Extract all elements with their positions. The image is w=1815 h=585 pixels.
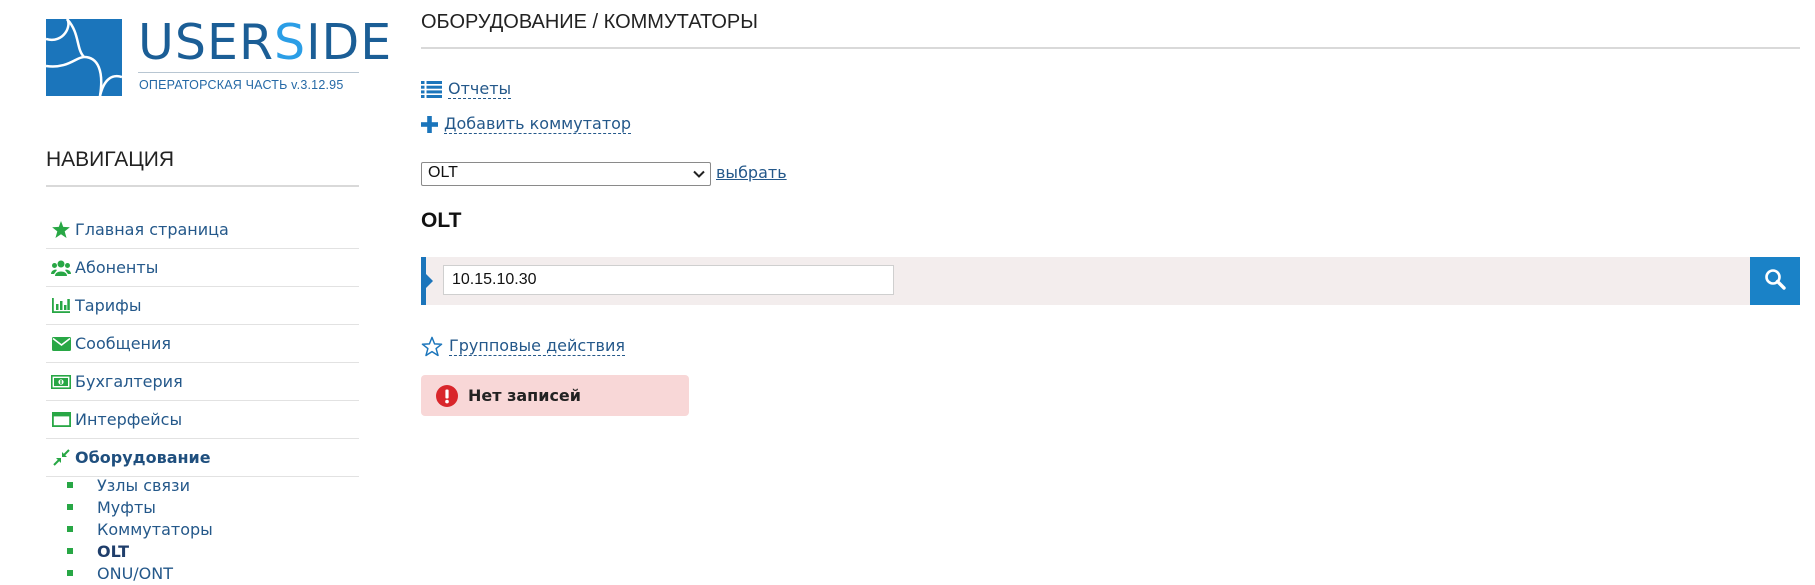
logo-mark <box>45 18 123 97</box>
sidebar-item-tariffs[interactable]: Тарифы <box>46 287 359 325</box>
nav-list: Главная страница Абоненты Тарифы Сообщен… <box>46 211 359 477</box>
group-actions-link[interactable]: Групповые действия <box>421 336 625 357</box>
equipment-submenu: Узлы связи Муфты Коммутаторы OLT ONU/ONT <box>46 474 213 584</box>
submenu-item-label: Узлы связи <box>97 475 190 495</box>
sidebar-item-label: Сообщения <box>75 334 172 353</box>
group-actions-link-label: Групповые действия <box>449 336 625 356</box>
submenu-item-label: OLT <box>97 541 130 561</box>
add-switch-link[interactable]: Добавить коммутатор <box>421 114 632 134</box>
window-icon <box>51 411 71 429</box>
bullet-icon <box>67 526 73 532</box>
device-type-select-value: OLT <box>428 164 458 181</box>
exclamation-circle-icon <box>436 384 458 407</box>
star-outline-icon <box>421 336 443 357</box>
compress-icon <box>51 449 71 467</box>
search-input[interactable] <box>443 265 894 295</box>
page-title-divider <box>421 47 1800 49</box>
submenu-item-label: Муфты <box>97 497 156 517</box>
submenu-item-couplings[interactable]: Муфты <box>46 496 213 518</box>
sidebar-item-label: Бухгалтерия <box>75 372 183 391</box>
sidebar-item-label: Оборудование <box>75 448 211 467</box>
caret-right-icon <box>426 274 433 288</box>
submenu-item-olt[interactable]: OLT <box>46 540 213 562</box>
sidebar-item-equipment[interactable]: Оборудование <box>46 439 359 477</box>
reports-link[interactable]: Отчеты <box>421 79 512 99</box>
search-bar <box>421 257 1800 305</box>
submenu-item-nodes[interactable]: Узлы связи <box>46 474 213 496</box>
section-heading: OLT <box>421 209 462 232</box>
nav-title: НАВИГАЦИЯ <box>46 148 175 171</box>
search-icon <box>1764 268 1786 294</box>
envelope-icon <box>51 335 71 353</box>
star-icon <box>51 221 71 239</box>
logo[interactable]: USERSIDE ОПЕРАТОРСКАЯ ЧАСТЬ v.3.12.95 <box>45 14 391 99</box>
bullet-icon <box>67 482 73 488</box>
list-icon <box>421 81 442 98</box>
logo-divider <box>138 72 359 73</box>
sidebar-item-label: Главная страница <box>75 220 229 239</box>
chevron-down-icon <box>693 167 705 185</box>
plus-icon <box>421 116 438 133</box>
nav-title-divider <box>46 185 359 187</box>
sidebar-item-label: Абоненты <box>75 258 159 277</box>
sidebar-item-label: Тарифы <box>75 296 142 315</box>
sidebar-item-accounting[interactable]: Бухгалтерия <box>46 363 359 401</box>
bullet-icon <box>67 504 73 510</box>
bar-chart-icon <box>51 297 71 315</box>
submenu-item-onu-ont[interactable]: ONU/ONT <box>46 562 213 584</box>
sidebar-item-interfaces[interactable]: Интерфейсы <box>46 401 359 439</box>
sidebar-item-label: Интерфейсы <box>75 410 183 429</box>
logo-name: USERSIDE <box>138 14 393 71</box>
sidebar-item-subscribers[interactable]: Абоненты <box>46 249 359 287</box>
submenu-item-switches[interactable]: Коммутаторы <box>46 518 213 540</box>
users-icon <box>51 259 71 277</box>
bullet-icon <box>67 548 73 554</box>
reports-link-label: Отчеты <box>448 79 512 99</box>
sidebar-item-messages[interactable]: Сообщения <box>46 325 359 363</box>
choose-link[interactable]: выбрать <box>716 163 787 182</box>
money-icon <box>51 373 71 391</box>
submenu-item-label: ONU/ONT <box>97 563 173 583</box>
bullet-icon <box>67 570 73 576</box>
search-button[interactable] <box>1750 257 1800 305</box>
no-records-alert: Нет записей <box>421 375 689 416</box>
no-records-text: Нет записей <box>468 386 581 405</box>
sidebar-item-home[interactable]: Главная страница <box>46 211 359 249</box>
page-title: ОБОРУДОВАНИЕ / КОММУТАТОРЫ <box>421 11 758 33</box>
device-type-select[interactable]: OLT <box>421 162 711 186</box>
logo-subtitle: ОПЕРАТОРСКАЯ ЧАСТЬ v.3.12.95 <box>139 78 344 92</box>
submenu-item-label: Коммутаторы <box>97 519 213 539</box>
add-switch-link-label: Добавить коммутатор <box>444 114 632 134</box>
